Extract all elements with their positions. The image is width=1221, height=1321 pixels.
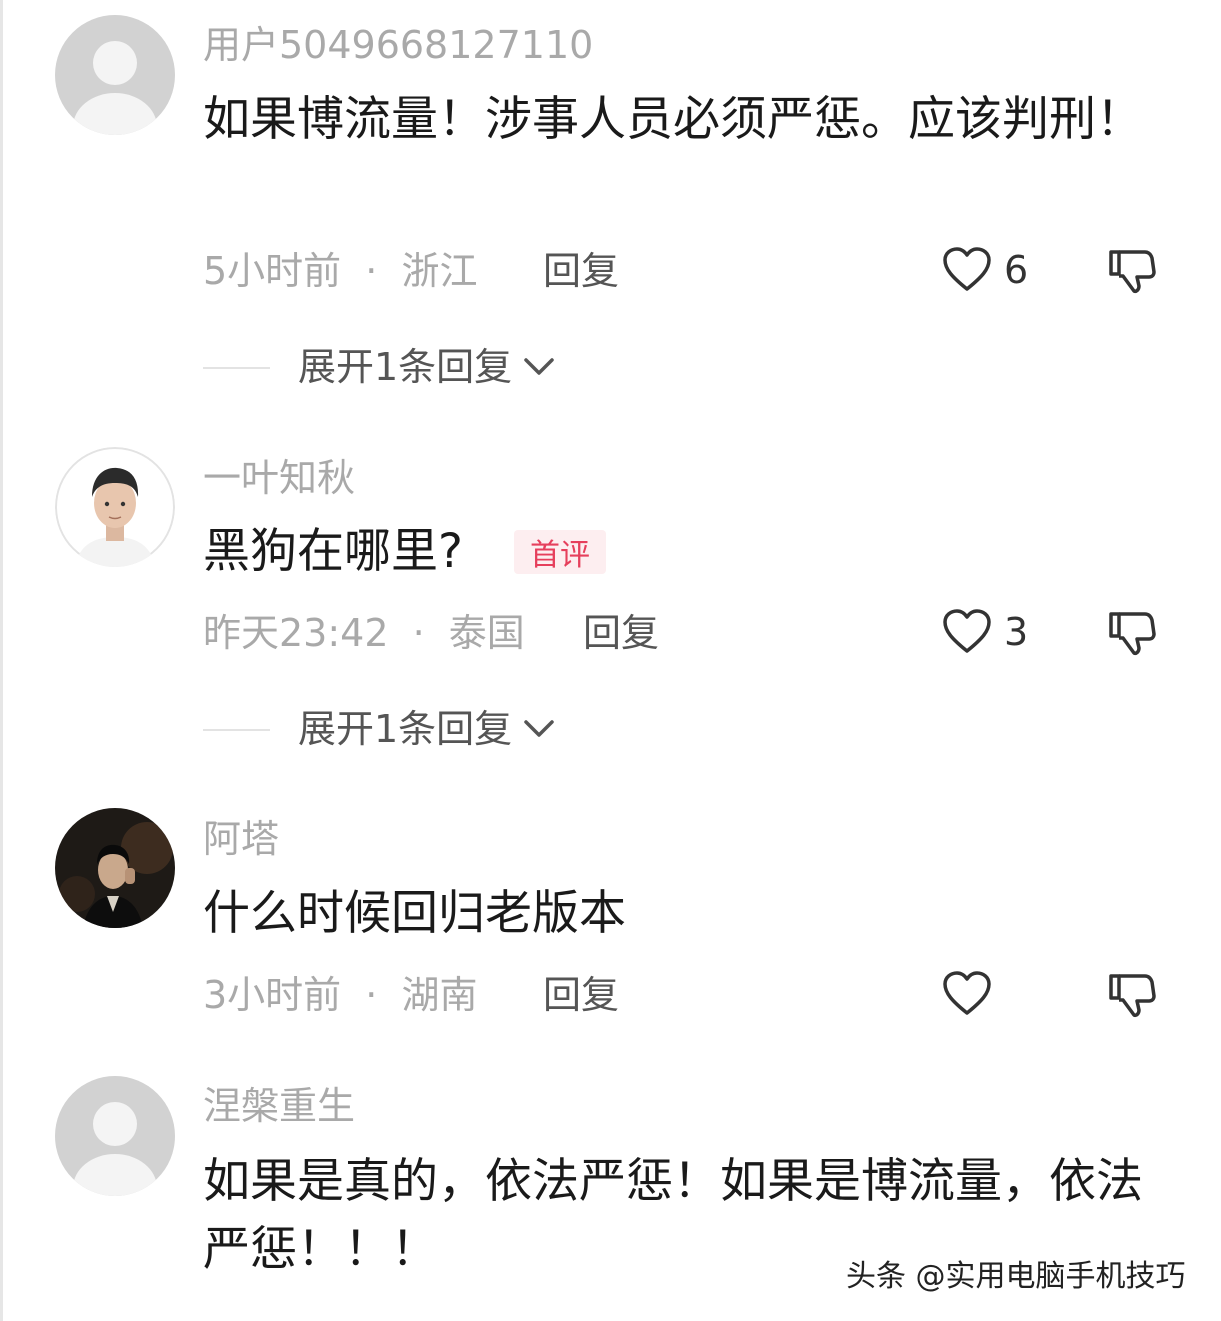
- reply-button[interactable]: 回复: [543, 252, 619, 290]
- comment-username[interactable]: 用户5049668127110: [203, 26, 593, 64]
- comment-meta: 3小时前 · 湖南: [203, 976, 477, 1014]
- comment-time: 3小时前: [203, 973, 342, 1017]
- comment-time: 昨天23:42: [203, 611, 389, 655]
- expand-divider: [203, 729, 270, 731]
- meta-separator: ·: [412, 611, 425, 655]
- comment-username[interactable]: 涅槃重生: [203, 1087, 355, 1125]
- like-button[interactable]: 6: [942, 245, 1028, 295]
- expand-replies-button[interactable]: 展开1条回复: [298, 710, 556, 748]
- watermark: 头条 @实用电脑手机技巧: [846, 1259, 1186, 1294]
- heart-icon: [943, 609, 991, 653]
- default-avatar-icon[interactable]: [55, 15, 175, 135]
- comment-username[interactable]: 阿塔: [203, 820, 279, 858]
- chevron-down-icon: [524, 720, 554, 737]
- comment-meta: 昨天23:42 · 泰国: [203, 614, 525, 652]
- user-photo-avatar[interactable]: [55, 808, 175, 928]
- expand-replies-button[interactable]: 展开1条回复: [298, 348, 556, 386]
- comment-location: 浙江: [401, 249, 478, 293]
- default-avatar-icon[interactable]: [55, 1076, 175, 1196]
- like-count: 6: [1004, 248, 1029, 292]
- comment-time: 5小时前: [203, 249, 342, 293]
- reply-button[interactable]: 回复: [583, 614, 659, 652]
- first-comment-badge: 首评: [514, 530, 606, 574]
- comment-location: 湖南: [401, 973, 478, 1017]
- thumbs-down-icon[interactable]: [1107, 970, 1157, 1020]
- page-edge: [0, 0, 3, 1321]
- comment-text: 黑狗在哪里?: [203, 524, 463, 579]
- expand-replies-label: 展开1条回复: [298, 345, 513, 389]
- thumbs-down-icon[interactable]: [1107, 608, 1157, 658]
- expand-replies-label: 展开1条回复: [298, 707, 513, 751]
- comment-text: 如果博流量！涉事人员必须严惩。应该判刑！: [203, 92, 1143, 147]
- meta-separator: ·: [365, 249, 378, 293]
- user-photo-avatar[interactable]: [55, 447, 175, 567]
- expand-divider: [203, 367, 270, 369]
- comment-meta: 5小时前 · 浙江: [203, 252, 477, 290]
- heart-icon: [943, 971, 991, 1015]
- comment-location: 泰国: [448, 611, 525, 655]
- like-button[interactable]: [942, 969, 1004, 1019]
- like-count: 3: [1004, 610, 1029, 654]
- heart-icon: [943, 247, 991, 291]
- reply-button[interactable]: 回复: [543, 976, 619, 1014]
- thumbs-down-icon[interactable]: [1107, 246, 1157, 296]
- meta-separator: ·: [365, 973, 378, 1017]
- like-button[interactable]: 3: [942, 607, 1028, 657]
- chevron-down-icon: [524, 358, 554, 375]
- comment-username[interactable]: 一叶知秋: [203, 459, 355, 497]
- comment-text: 什么时候回归老版本: [203, 886, 626, 941]
